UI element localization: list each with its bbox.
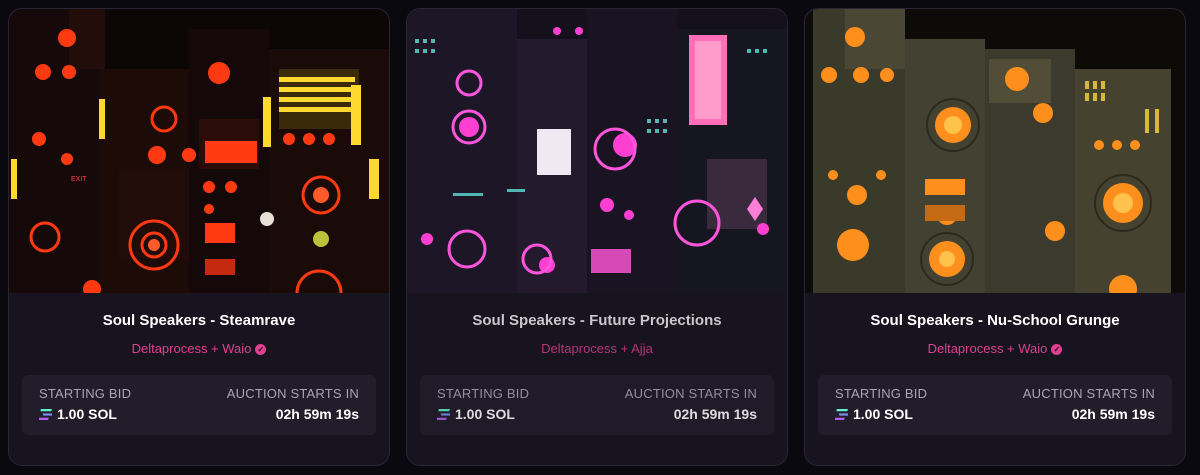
auction-card-steamrave[interactable]: EXIT Soul Speakers - Steamrave Deltaproc… [8,8,390,466]
auction-card-nu-school-grunge[interactable]: Soul Speakers - Nu-School Grunge Deltapr… [804,8,1186,466]
auction-card-future-projections[interactable]: Soul Speakers - Future Projections Delta… [406,8,788,466]
starting-bid-value: 1.00 SOL [437,406,515,422]
svg-text:EXIT: EXIT [71,176,87,183]
artist-label[interactable]: Deltaprocess + Ajja [541,341,653,356]
artist-names[interactable]: Deltaprocess + Ajja [407,341,787,356]
bid-info-panel: STARTING BID AUCTION STARTS IN 1.00 SOL … [420,375,774,435]
countdown-timer: 02h 59m 19s [275,406,359,422]
auction-starts-label: AUCTION STARTS IN [624,386,757,401]
solana-icon [39,409,52,420]
starting-bid-label: STARTING BID [39,386,132,401]
card-title[interactable]: Soul Speakers - Future Projections [407,312,787,329]
artist-label[interactable]: Deltaprocess + Waio [132,341,252,356]
bid-amount: 1.00 SOL [455,406,515,422]
countdown-timer: 02h 59m 19s [1071,406,1155,422]
artist-label[interactable]: Deltaprocess + Waio [928,341,1048,356]
bid-amount: 1.00 SOL [853,406,913,422]
starting-bid-value: 1.00 SOL [39,406,117,422]
verified-badge-icon: ✓ [1051,344,1063,355]
artist-names[interactable]: Deltaprocess + Waio ✓ [805,341,1185,356]
artwork-image[interactable] [805,9,1185,293]
solana-icon [835,409,848,420]
countdown-timer: 02h 59m 19s [673,406,757,422]
card-title[interactable]: Soul Speakers - Steamrave [9,312,389,329]
artwork-image[interactable]: EXIT [9,9,389,293]
starting-bid-value: 1.00 SOL [835,406,913,422]
bid-info-panel: STARTING BID AUCTION STARTS IN 1.00 SOL … [818,375,1172,435]
auction-starts-label: AUCTION STARTS IN [1022,386,1155,401]
solana-icon [437,409,450,420]
bid-amount: 1.00 SOL [57,406,117,422]
card-title[interactable]: Soul Speakers - Nu-School Grunge [805,312,1185,329]
artist-names[interactable]: Deltaprocess + Waio ✓ [9,341,389,356]
bid-info-panel: STARTING BID AUCTION STARTS IN 1.00 SOL … [22,375,376,435]
starting-bid-label: STARTING BID [437,386,530,401]
starting-bid-label: STARTING BID [835,386,928,401]
auction-starts-label: AUCTION STARTS IN [226,386,359,401]
artwork-image[interactable] [407,9,787,293]
verified-badge-icon: ✓ [255,344,267,355]
